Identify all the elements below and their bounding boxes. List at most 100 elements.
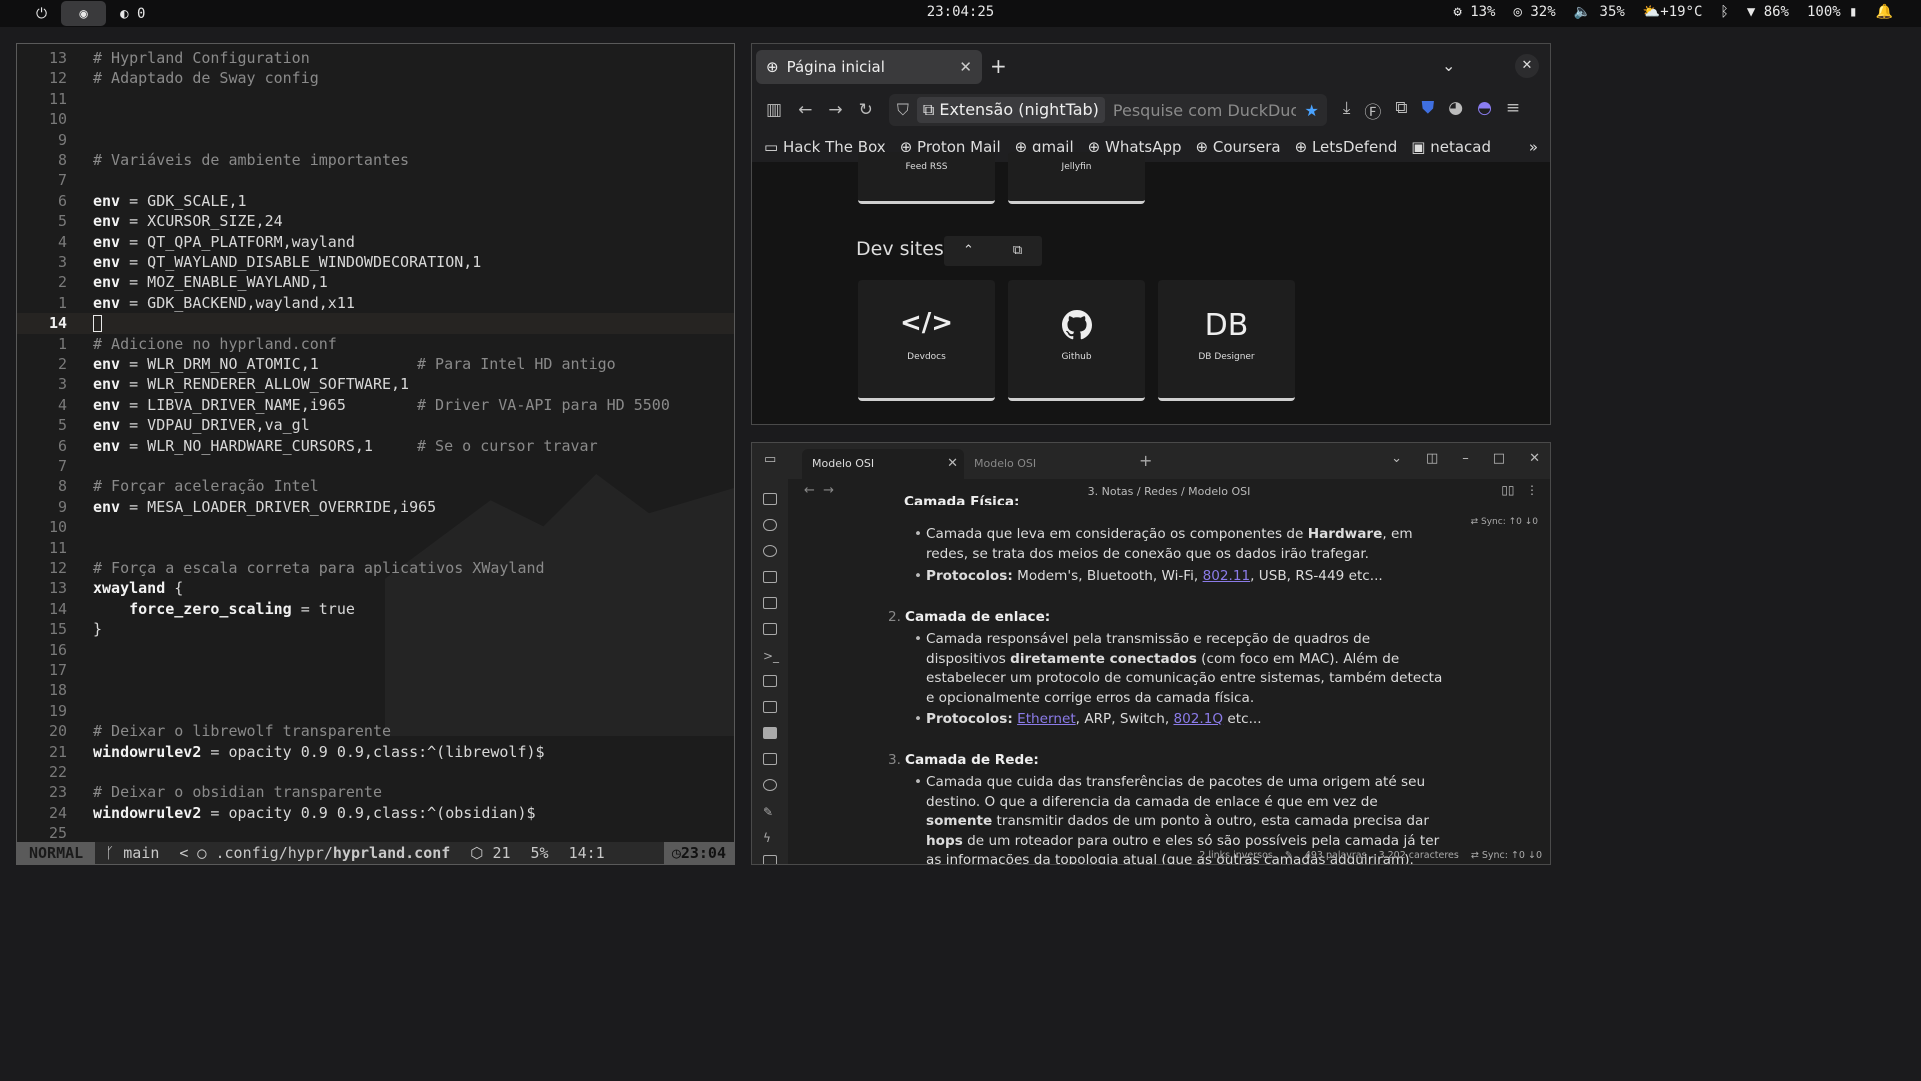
tile-feed-rss[interactable]: Feed RSS [858, 152, 995, 204]
url-bar[interactable]: ⛉ ⧉ Extensão (nightTab) Pesquise com Duc… [888, 94, 1327, 126]
code-line[interactable]: 13 # Hyprland Configuration [17, 48, 734, 68]
download-icon[interactable]: ⤓ [1343, 98, 1351, 123]
more-bookmarks-icon[interactable]: » [1529, 138, 1538, 156]
collapse-icon[interactable]: ⌃ [944, 236, 993, 266]
new-tab-button[interactable]: + [1139, 451, 1152, 470]
code-line[interactable]: 21 windowrulev2 = opacity 0.9 0.9,class:^… [17, 742, 734, 762]
archive-icon[interactable] [763, 727, 777, 739]
code-line[interactable]: 7 [17, 170, 734, 190]
checklist-icon[interactable] [763, 675, 777, 687]
minimize-icon[interactable]: – [1462, 451, 1469, 466]
close-tab-icon[interactable]: ✕ [947, 449, 958, 479]
forward-icon[interactable]: → [828, 100, 842, 120]
code-line[interactable]: 7 [17, 456, 734, 476]
backlinks-count[interactable]: 2 links inversos [1199, 850, 1273, 861]
battery-indicator[interactable]: 100% ▮ [1807, 4, 1858, 20]
calendar-icon[interactable] [763, 493, 777, 505]
code-line[interactable]: 22 [17, 762, 734, 782]
tab-modelo-osi-active[interactable]: Modelo OSI ✕ [802, 449, 964, 479]
code-line[interactable]: 6 env = GDK_SCALE,1 [17, 191, 734, 211]
code-line[interactable]: 17 [17, 660, 734, 680]
code-line[interactable]: 13 xwayland { [17, 578, 734, 598]
code-line[interactable]: 5 env = VDPAU_DRIVER,va_gl [17, 415, 734, 435]
code-line[interactable]: 2 env = MOZ_ENABLE_WAYLAND,1 [17, 272, 734, 292]
back-icon[interactable]: ← [798, 100, 812, 120]
code-line[interactable]: 12 # Adaptado de Sway config [17, 68, 734, 88]
obsidian-window[interactable]: ▭ Modelo OSI ✕ Modelo OSI + ⌄ ◫ – □ ✕ >_… [751, 442, 1551, 865]
memory-indicator[interactable]: ◎ 32% [1514, 4, 1556, 20]
tab-modelo-osi[interactable]: Modelo OSI [964, 449, 1124, 479]
extensions-icon[interactable]: ⧉ [1395, 98, 1407, 123]
extension-chip[interactable]: ⧉ Extensão (nightTab) [916, 97, 1105, 123]
volume-indicator[interactable]: 🔈 35% [1574, 4, 1625, 20]
plugin-icon[interactable] [763, 779, 777, 791]
wifi-indicator[interactable]: ▼ 86% [1747, 4, 1789, 20]
cookie-icon[interactable]: ◕ [1448, 98, 1463, 123]
code-line[interactable]: 10 [17, 517, 734, 537]
search-input[interactable]: Pesquise com DuckDuckGo [1113, 101, 1297, 120]
ghost-icon[interactable]: ◓ [1477, 98, 1492, 123]
bluetooth-icon[interactable]: ᛒ [1720, 4, 1728, 20]
code-line[interactable]: 4 env = QT_QPA_PLATFORM,wayland [17, 232, 734, 252]
lightning-icon[interactable]: ϟ [763, 831, 777, 845]
pen-icon[interactable]: ✎ [763, 805, 777, 819]
code-line[interactable]: 11 [17, 89, 734, 109]
sidebar-toggle-icon[interactable]: ▭ [764, 452, 776, 467]
new-tab-button[interactable]: + [990, 54, 1007, 78]
link-802-1q[interactable]: 802.1Q [1173, 711, 1223, 727]
tab-list-chevron-icon[interactable]: ⌄ [1442, 56, 1455, 75]
code-line[interactable]: 16 [17, 640, 734, 660]
code-line[interactable]: 3 env = WLR_RENDERER_ALLOW_SOFTWARE,1 [17, 374, 734, 394]
browser-tab[interactable]: ⊕ Página inicial ✕ [756, 50, 982, 84]
chat-icon[interactable] [763, 519, 777, 531]
code-line[interactable]: 8 # Forçar aceleração Intel [17, 476, 734, 496]
sort-icon[interactable] [763, 701, 777, 713]
tile-devdocs[interactable]: </> Devdocs [858, 280, 995, 401]
code-line[interactable]: 2 env = WLR_DRM_NO_ATOMIC,1 # Para Intel H… [17, 354, 734, 374]
code-line[interactable]: 14 force_zero_scaling = true [17, 599, 734, 619]
bookmark-link[interactable]: ⊕ Coursera [1196, 138, 1281, 156]
code-line[interactable]: 12 # Força a escala correta para aplicati… [17, 558, 734, 578]
sync-icon[interactable] [763, 753, 777, 765]
split-icon[interactable]: ◫ [1426, 451, 1438, 466]
link-802-11[interactable]: 802.11 [1203, 568, 1251, 584]
code-line[interactable]: 1 # Adicione no hyprland.conf [17, 334, 734, 354]
code-line[interactable]: 19 [17, 701, 734, 721]
bitwarden-icon[interactable]: ⛊ [1421, 98, 1434, 123]
code-line[interactable]: 14 [17, 313, 734, 334]
code-line[interactable]: 1 env = GDK_BACKEND,wayland,x11 [17, 293, 734, 313]
code-line[interactable]: 24 windowrulev2 = opacity 0.9 0.9,class:^… [17, 803, 734, 823]
menu-icon[interactable]: ≡ [1506, 98, 1520, 123]
shield-icon[interactable]: ⛉ [897, 100, 909, 120]
terminal-icon[interactable]: >_ [763, 649, 779, 663]
code-line[interactable]: 9 env = MESA_LOADER_DRIVER_OVERRIDE,i965 [17, 497, 734, 517]
code-line[interactable]: 9 [17, 130, 734, 150]
tile-db-designer[interactable]: DB DB Designer [1158, 280, 1295, 401]
code-line[interactable]: 6 env = WLR_NO_HARDWARE_CURSORS,1 # Se o c… [17, 436, 734, 456]
sync-status-footer[interactable]: ⇄ Sync: ↑0 ↓0 [1471, 850, 1542, 861]
close-icon[interactable]: ✕ [1529, 451, 1540, 466]
code-line[interactable]: 3 env = QT_WAYLAND_DISABLE_WINDOWDECORATI… [17, 252, 734, 272]
profile-icon[interactable]: Ⓕ [1364, 98, 1381, 123]
bell-icon[interactable]: 🔔 [1876, 4, 1893, 20]
link-ethernet[interactable]: Ethernet [1017, 711, 1076, 727]
templates-icon[interactable] [763, 571, 777, 583]
close-tab-icon[interactable]: ✕ [959, 58, 972, 76]
tile-github[interactable]: Github [1008, 280, 1145, 401]
code-line[interactable]: 10 [17, 109, 734, 129]
code-line[interactable]: 18 [17, 680, 734, 700]
clipboard-icon[interactable] [763, 855, 777, 864]
breadcrumb-path[interactable]: 3. Notas / Redes / Modelo OSI [788, 485, 1550, 498]
bookmark-link[interactable]: ⊕ LetsDefend [1295, 138, 1398, 156]
more-options-icon[interactable]: ⋮ [1526, 483, 1538, 497]
code-line[interactable]: 5 env = XCURSOR_SIZE,24 [17, 211, 734, 231]
edit-icon[interactable]: ✎ [1285, 850, 1293, 861]
bookmark-star-icon[interactable]: ★ [1304, 101, 1318, 120]
reload-icon[interactable]: ↻ [859, 100, 873, 120]
code-line[interactable]: 20 # Deixar o librewolf transparente [17, 721, 734, 741]
browser-window[interactable]: ⊕ Página inicial ✕ + ⌄ ✕ ▥ ← → ↻ ⛉ ⧉ Ext… [751, 43, 1551, 425]
cpu-indicator[interactable]: ⚙ 13% [1453, 4, 1495, 20]
code-line[interactable]: 15} [17, 619, 734, 639]
sidebar-icon[interactable]: ▥ [766, 100, 782, 120]
bookmark-link[interactable]: ▣ netacad [1411, 138, 1491, 156]
